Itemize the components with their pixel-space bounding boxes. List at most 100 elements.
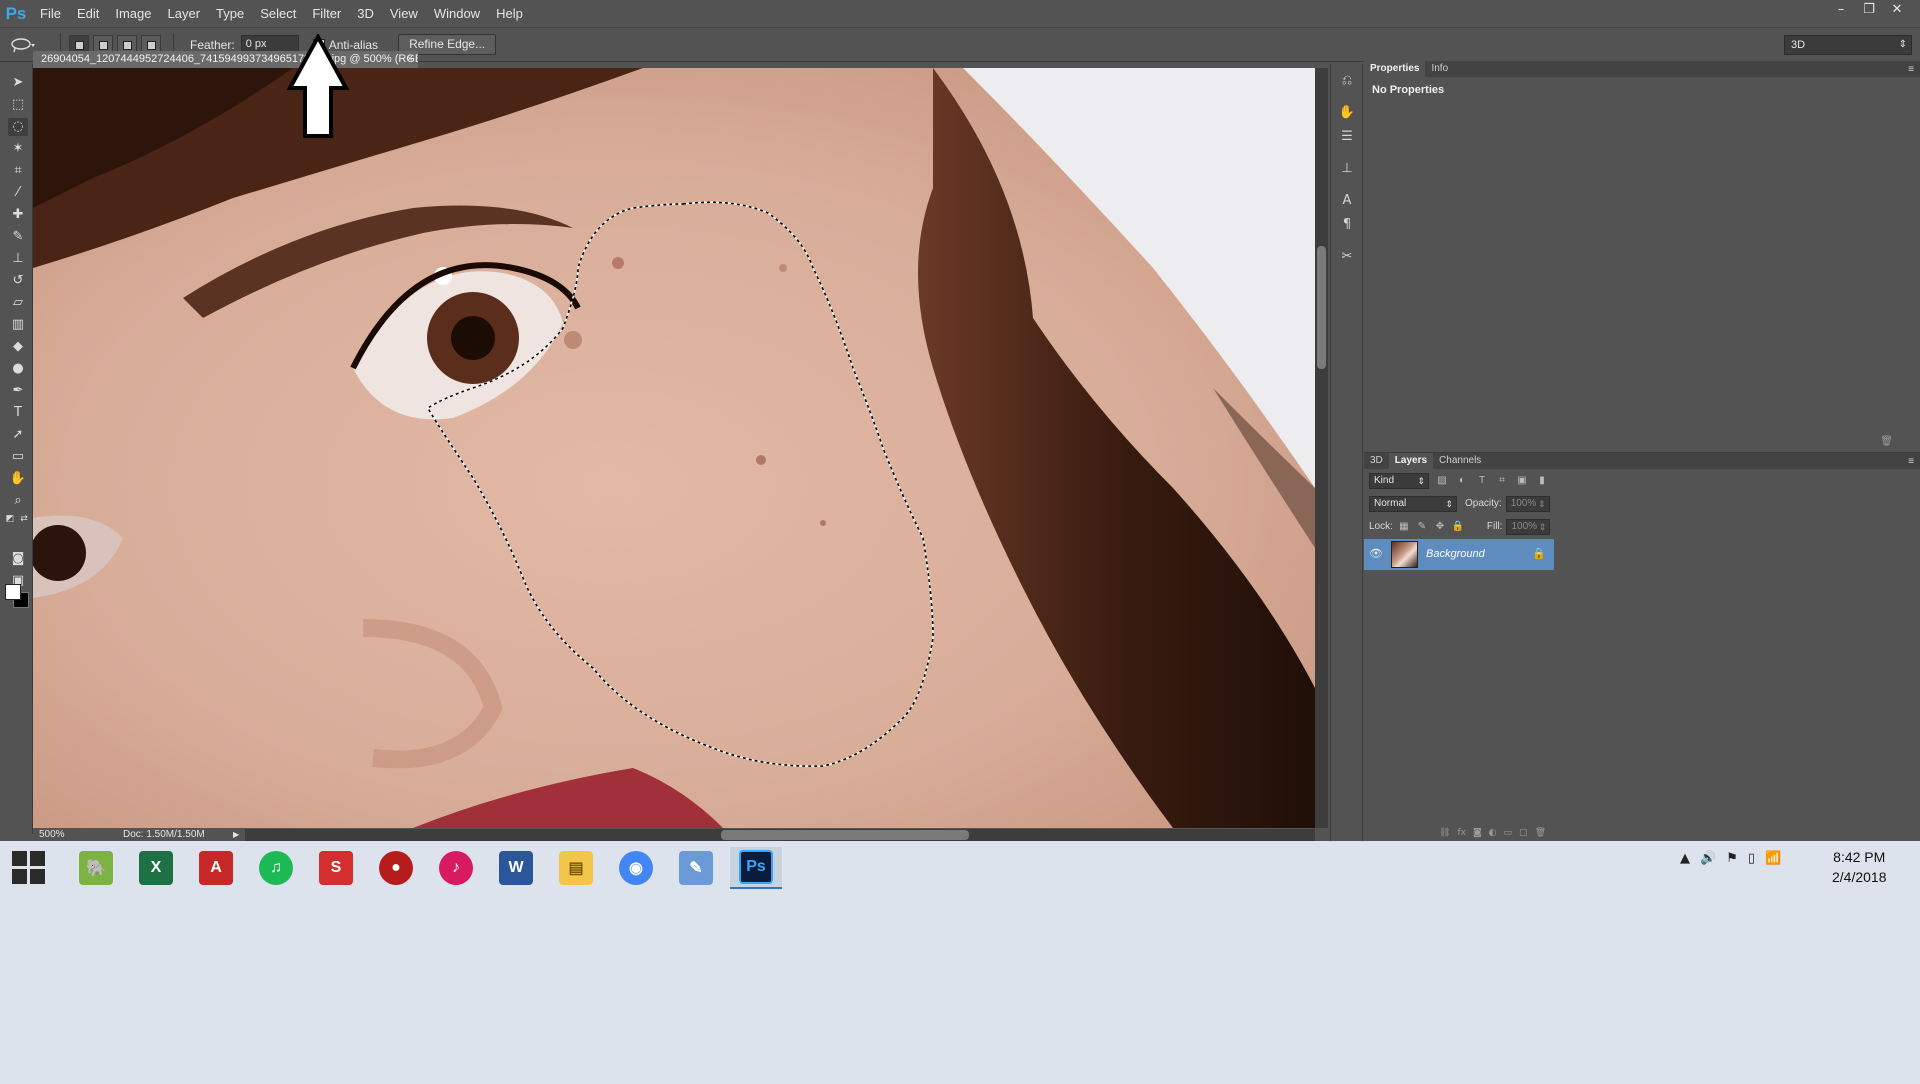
workspace-select[interactable]: 3D <box>1784 35 1912 55</box>
type-tool-icon[interactable]: T <box>8 404 28 422</box>
taskbar-app-excel[interactable]: X <box>130 847 182 889</box>
new-layer-icon[interactable]: ▢ <box>1519 828 1528 841</box>
default-colors-icon[interactable]: ◩ <box>4 510 16 528</box>
network-signal-icon[interactable]: 📶 <box>1765 851 1781 866</box>
link-layers-icon[interactable]: ⛓ <box>1439 828 1450 841</box>
menu-view[interactable]: View <box>382 0 426 27</box>
taskbar-app-itunes[interactable]: ♪ <box>430 847 482 889</box>
marquee-tool-icon[interactable]: ⬚ <box>8 96 28 114</box>
volume-icon[interactable]: 🔊 <box>1700 851 1716 866</box>
swap-colors-icon[interactable]: ⇄ <box>18 510 30 528</box>
layer-row-background[interactable]: 👁 Background 🔒 <box>1364 539 1554 570</box>
clone-stamp-tool-icon[interactable]: ⊥ <box>8 250 28 268</box>
tool-presets-panel-icon[interactable]: ✂ <box>1338 248 1356 266</box>
taskbar-app-acrobat[interactable]: A <box>190 847 242 889</box>
menu-3d[interactable]: 3D <box>349 0 382 27</box>
show-hidden-icons-icon[interactable]: ▲ <box>1680 851 1690 866</box>
panel-menu-icon[interactable]: ≡ <box>1908 455 1914 469</box>
properties-panel-icon[interactable]: ☰ <box>1338 128 1356 146</box>
eyedropper-tool-icon[interactable]: ⁄ <box>8 184 28 202</box>
tab-3d[interactable]: 3D <box>1364 453 1389 469</box>
vertical-scrollbar[interactable] <box>1315 68 1328 828</box>
windows-start-icon[interactable] <box>12 851 46 885</box>
minimize-button[interactable]: – <box>1832 2 1850 18</box>
shape-filter-icon[interactable]: ⌗ <box>1495 475 1509 487</box>
menu-type[interactable]: Type <box>208 0 252 27</box>
lasso-tool-icon[interactable]: ◌ <box>8 118 28 136</box>
healing-brush-tool-icon[interactable]: ✚ <box>8 206 28 224</box>
lock-transparent-icon[interactable]: ▦ <box>1397 521 1411 533</box>
new-group-icon[interactable]: ▭ <box>1504 828 1513 841</box>
restore-button[interactable]: ❐ <box>1860 2 1878 18</box>
delete-layer-icon[interactable]: 🗑 <box>1535 828 1546 841</box>
taskbar-clock[interactable]: 8:42 PM 2/4/2018 <box>1832 847 1887 887</box>
menu-file[interactable]: File <box>32 0 69 27</box>
brush-tool-icon[interactable]: ✎ <box>8 228 28 246</box>
taskbar-app-word[interactable]: W <box>490 847 542 889</box>
horizontal-scrollbar[interactable] <box>245 829 1315 841</box>
layer-name[interactable]: Background <box>1426 548 1485 560</box>
clone-source-panel-icon[interactable]: ⊥ <box>1338 160 1356 178</box>
taskbar-app-media[interactable]: ● <box>370 847 422 889</box>
panel-menu-icon[interactable]: ≡ <box>1908 63 1914 77</box>
menu-window[interactable]: Window <box>426 0 488 27</box>
new-adjustment-icon[interactable]: ◐ <box>1489 828 1497 841</box>
adjustment-filter-icon[interactable]: ◐ <box>1455 475 1469 487</box>
zoom-level[interactable]: 500% <box>39 828 65 841</box>
tab-info[interactable]: Info <box>1425 61 1454 77</box>
fill-input[interactable]: 100% <box>1506 518 1551 535</box>
taskbar-app-sketchup[interactable]: S <box>310 847 362 889</box>
menu-layer[interactable]: Layer <box>160 0 209 27</box>
blend-mode-select[interactable]: Normal <box>1369 495 1457 512</box>
device-icon[interactable]: ▯ <box>1748 851 1755 866</box>
dodge-tool-icon[interactable]: ● <box>8 360 28 378</box>
lock-position-icon[interactable]: ✥ <box>1433 521 1447 533</box>
hand-tool-icon[interactable]: ✋ <box>8 470 28 488</box>
zoom-tool-icon[interactable]: ⌕ <box>8 492 28 510</box>
vertical-scroll-thumb[interactable] <box>1317 246 1326 369</box>
path-selection-tool-icon[interactable]: ➚ <box>8 426 28 444</box>
foreground-color-swatch[interactable] <box>5 584 21 600</box>
opacity-input[interactable]: 100% <box>1505 495 1550 512</box>
quick-mask-icon[interactable]: ◙ <box>8 550 28 568</box>
taskbar-app-evernote[interactable]: 🐘 <box>70 847 122 889</box>
rectangle-tool-icon[interactable]: ▭ <box>8 448 28 466</box>
taskbar-app-chrome[interactable]: ◉ <box>610 847 662 889</box>
smart-object-filter-icon[interactable]: ▣ <box>1515 475 1529 487</box>
menu-image[interactable]: Image <box>107 0 159 27</box>
lock-pixels-icon[interactable]: ✎ <box>1415 521 1429 533</box>
menu-select[interactable]: Select <box>252 0 304 27</box>
taskbar-app-photoshop[interactable]: Ps <box>730 847 782 889</box>
status-menu-arrow-icon[interactable]: ▶ <box>233 828 239 841</box>
adjustments-panel-icon[interactable]: ✋ <box>1338 104 1356 122</box>
taskbar-app-paint[interactable]: ✎ <box>670 847 722 889</box>
layer-style-icon[interactable]: fx <box>1457 828 1466 841</box>
crop-tool-icon[interactable]: ⌗ <box>8 162 28 180</box>
tab-channels[interactable]: Channels <box>1433 453 1487 469</box>
type-filter-icon[interactable]: T <box>1475 475 1489 487</box>
gradient-tool-icon[interactable]: ▥ <box>8 316 28 334</box>
taskbar-app-explorer[interactable]: ▤ <box>550 847 602 889</box>
character-panel-icon[interactable]: A <box>1338 192 1356 210</box>
eraser-tool-icon[interactable]: ▱ <box>8 294 28 312</box>
move-tool-icon[interactable]: ➤ <box>8 74 28 92</box>
image-canvas[interactable] <box>33 68 1315 828</box>
tab-layers[interactable]: Layers <box>1388 453 1434 469</box>
lock-all-icon[interactable]: 🔒 <box>1451 521 1465 533</box>
blur-tool-icon[interactable]: ◆ <box>8 338 28 356</box>
menu-help[interactable]: Help <box>488 0 531 27</box>
close-document-icon[interactable]: × <box>407 51 413 68</box>
taskbar-app-spotify[interactable]: ♫ <box>250 847 302 889</box>
visibility-eye-icon[interactable]: 👁 <box>1369 547 1383 560</box>
menu-filter[interactable]: Filter <box>304 0 349 27</box>
paragraph-panel-icon[interactable]: ¶ <box>1338 216 1356 234</box>
history-panel-icon[interactable]: ⎌ <box>1338 72 1356 90</box>
horizontal-scroll-thumb[interactable] <box>721 830 969 840</box>
filter-kind-select[interactable]: Kind <box>1369 472 1429 489</box>
add-mask-icon[interactable]: ◙ <box>1473 828 1482 841</box>
close-window-button[interactable]: ✕ <box>1888 2 1906 18</box>
magic-wand-tool-icon[interactable]: ✶ <box>8 140 28 158</box>
pen-tool-icon[interactable]: ✒ <box>8 382 28 400</box>
action-center-flag-icon[interactable]: ⚑ <box>1726 851 1738 866</box>
filter-toggle-icon[interactable]: ▮ <box>1535 475 1549 487</box>
